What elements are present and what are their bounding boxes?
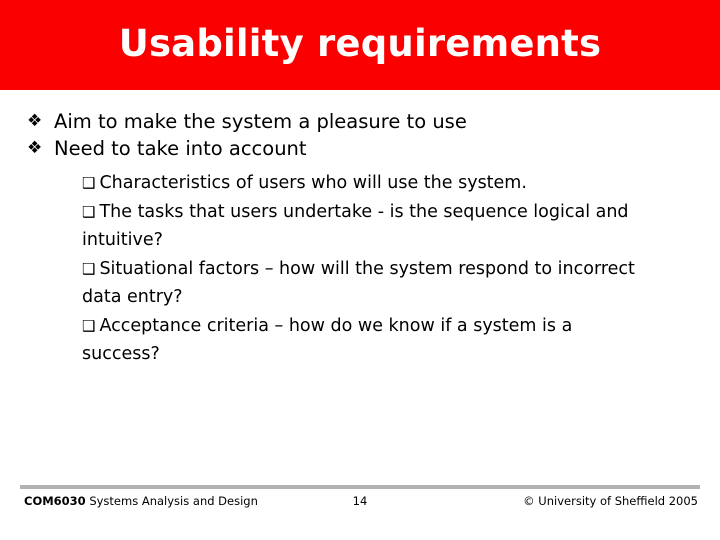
square-bullet-icon: ❑ bbox=[82, 259, 96, 278]
bullet-item-1: ❖ Aim to make the system a pleasure to u… bbox=[24, 108, 696, 135]
footer-divider bbox=[20, 485, 700, 489]
sub-bullet-item-1-label: Characteristics of users who will use th… bbox=[99, 173, 527, 193]
sub-bullet-list: ❑ Characteristics of users who will use t… bbox=[82, 169, 642, 369]
sub-bullet-item-3-label: Situational factors – how will the syste… bbox=[82, 258, 635, 308]
sub-bullet-item-3: ❑ Situational factors – how will the syst… bbox=[82, 255, 642, 312]
slide-content: ❖ Aim to make the system a pleasure to u… bbox=[24, 108, 696, 369]
page-title: Usability requirements bbox=[118, 21, 602, 65]
slide-footer: COM6030 Systems Analysis and Design 14 ©… bbox=[0, 494, 720, 534]
footer-copyright: © University of Sheffield 2005 bbox=[523, 494, 698, 508]
diamond-bullet-icon: ❖ bbox=[27, 111, 43, 131]
footer-page-number: 14 bbox=[352, 494, 368, 508]
square-bullet-icon: ❑ bbox=[82, 202, 96, 221]
square-bullet-icon: ❑ bbox=[82, 174, 96, 192]
sub-bullet-item-2-label: The tasks that users undertake - is the … bbox=[82, 201, 629, 251]
bullet-item-2-label: Need to take into account bbox=[54, 137, 307, 160]
footer-course-title: Systems Analysis and Design bbox=[85, 494, 258, 508]
title-banner: Usability requirements bbox=[0, 0, 720, 90]
footer-course: COM6030 Systems Analysis and Design bbox=[24, 494, 274, 508]
square-bullet-icon: ❑ bbox=[82, 316, 96, 335]
sub-bullet-item-2: ❑ The tasks that users undertake - is the… bbox=[82, 198, 642, 255]
bullet-item-1-label: Aim to make the system a pleasure to use bbox=[54, 110, 467, 133]
sub-bullet-item-4: ❑ Acceptance criteria – how do we know if… bbox=[82, 312, 642, 369]
sub-bullet-item-1: ❑ Characteristics of users who will use t… bbox=[82, 169, 642, 198]
bullet-item-2: ❖ Need to take into account bbox=[24, 135, 696, 162]
diamond-bullet-icon: ❖ bbox=[27, 138, 43, 158]
footer-course-code: COM6030 bbox=[24, 494, 86, 508]
sub-bullet-item-4-label: Acceptance criteria – how do we know if … bbox=[82, 315, 573, 365]
slide: Usability requirements ❖ Aim to make the… bbox=[0, 0, 720, 540]
